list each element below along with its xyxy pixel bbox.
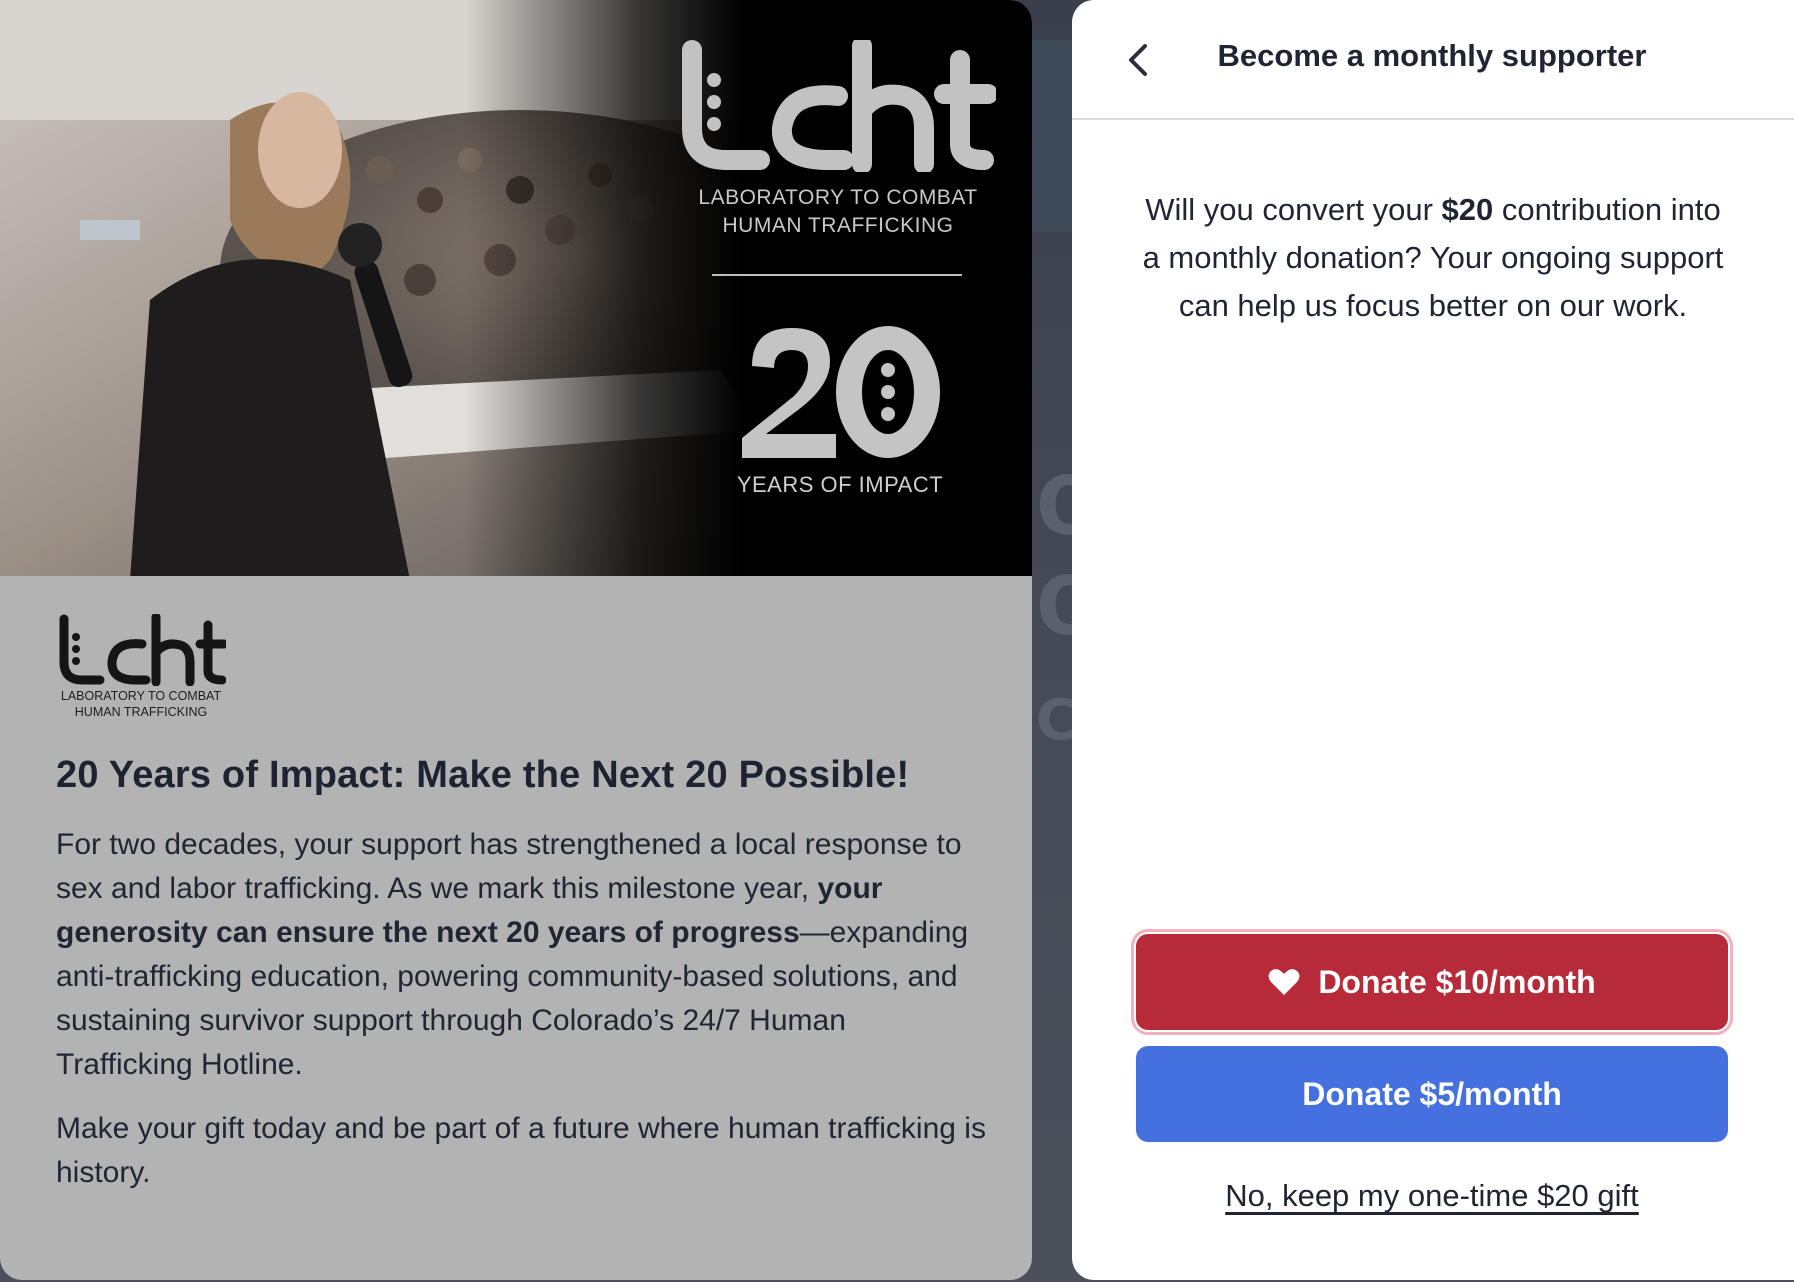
hero-org-name-line1: LABORATORY TO COMBAT [698, 186, 978, 209]
campaign-title: 20 Years of Impact: Make the Next 20 Pos… [56, 754, 910, 796]
keep-one-time-gift-link[interactable]: No, keep my one-time $20 gift [1136, 1178, 1728, 1214]
small-logo-name-line1: LABORATORY TO COMBAT [60, 689, 222, 703]
heart-icon [1268, 969, 1300, 995]
small-logo-name-line2: HUMAN TRAFFICKING [74, 705, 208, 719]
campaign-card: LABORATORY TO COMBAT HUMAN TRAFFICKING Y… [0, 0, 1032, 1280]
campaign-description: For two decades, your support has streng… [56, 823, 986, 1087]
hero-banner: LABORATORY TO COMBAT HUMAN TRAFFICKING Y… [0, 0, 1032, 576]
twenty-years-logo [742, 326, 940, 458]
modal-title: Become a monthly supporter [1217, 38, 1647, 73]
message-amount: $20 [1441, 192, 1494, 227]
hero-years-caption: YEARS OF IMPACT [736, 472, 944, 497]
lcht-logo-small [59, 614, 226, 686]
campaign-call-to-action: Make your gift today and be part of a fu… [56, 1112, 986, 1189]
chevron-left-icon [1129, 44, 1147, 76]
small-logo-org-name: LABORATORY TO COMBAT HUMAN TRAFFICKING [56, 688, 226, 720]
modal-message: Will you convert your $20 contribution i… [1142, 186, 1724, 330]
monthly-upsell-modal: Become a monthly supporter Will you conv… [1072, 0, 1794, 1280]
donate-5-monthly-button[interactable]: Donate $5/month [1136, 1046, 1728, 1142]
lcht-logo-large [682, 40, 996, 172]
donate-5-monthly-label: Donate $5/month [1302, 1075, 1562, 1112]
backdrop-text: C [1036, 688, 1078, 753]
donate-10-monthly-label: Donate $10/month [1318, 963, 1596, 1000]
hero-org-name-line2: HUMAN TRAFFICKING [722, 214, 954, 237]
campaign-content: LABORATORY TO COMBAT HUMAN TRAFFICKING 2… [56, 614, 986, 1195]
modal-header: Become a monthly supporter [1072, 0, 1794, 120]
back-button[interactable] [1112, 34, 1164, 86]
message-text: Will you convert your [1145, 192, 1442, 227]
donate-10-monthly-button[interactable]: Donate $10/month [1136, 934, 1728, 1030]
hero-divider [712, 274, 962, 276]
hero-org-name: LABORATORY TO COMBAT HUMAN TRAFFICKING [680, 184, 996, 240]
